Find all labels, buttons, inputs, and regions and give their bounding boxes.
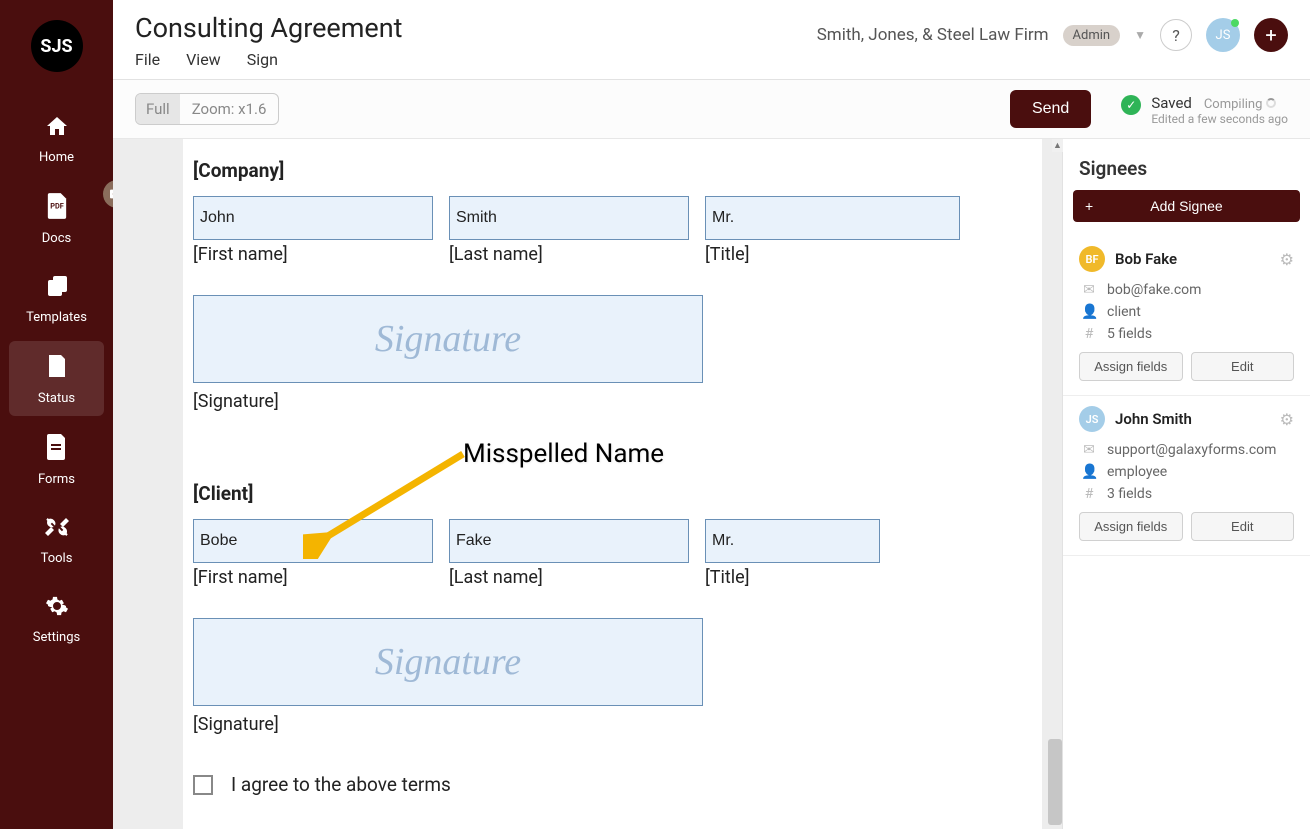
edit-signee-button[interactable]: Edit <box>1191 512 1295 541</box>
chevron-down-icon[interactable]: ▼ <box>1134 28 1146 42</box>
check-icon: ✓ <box>1121 95 1141 115</box>
plus-icon: + <box>1085 198 1093 214</box>
client-first-name-input[interactable] <box>193 519 433 563</box>
nav-home[interactable]: Home <box>9 102 104 175</box>
menu-sign[interactable]: Sign <box>247 50 278 69</box>
envelope-icon: ✉ <box>1081 282 1097 298</box>
nav-docs[interactable]: PDF Docs <box>9 181 104 256</box>
add-signee-button[interactable]: + Add Signee <box>1073 190 1300 222</box>
signee-name: Bob Fake <box>1115 250 1270 268</box>
user-avatar[interactable]: JS <box>1206 18 1240 52</box>
signature-placeholder: Signature <box>375 640 521 684</box>
menu-view[interactable]: View <box>186 50 221 69</box>
person-icon: 👤 <box>1081 464 1097 480</box>
menu-bar: File View Sign <box>135 50 817 69</box>
zoom-value[interactable]: Zoom: x1.6 <box>180 94 279 124</box>
scrollbar-thumb[interactable] <box>1048 739 1062 825</box>
firm-name: Smith, Jones, & Steel Law Firm <box>817 25 1049 45</box>
app-logo: SJS <box>31 20 83 72</box>
company-first-name-input[interactable] <box>193 196 433 240</box>
envelope-icon: ✉ <box>1081 442 1097 458</box>
signee-email: bob@fake.com <box>1107 282 1201 298</box>
signature-label: [Signature] <box>193 391 1032 412</box>
scroll-up-icon[interactable]: ▲ <box>1052 139 1063 152</box>
nav-settings[interactable]: Settings <box>9 582 104 655</box>
signees-panel: ▲ Signees + Add Signee BF Bob Fake ⚙ ✉bo… <box>1062 139 1310 829</box>
assign-fields-button[interactable]: Assign fields <box>1079 352 1183 381</box>
menu-file[interactable]: File <box>135 50 160 69</box>
signee-fields: 5 fields <box>1107 326 1152 342</box>
signees-title: Signees <box>1063 139 1310 190</box>
signee-card: BF Bob Fake ⚙ ✉ bob@fake.com 👤 client #5 f… <box>1063 236 1310 396</box>
add-button[interactable]: + <box>1254 18 1288 52</box>
compiling-label: Compiling <box>1204 97 1276 112</box>
hash-icon: # <box>1081 486 1097 502</box>
tools-icon <box>45 515 69 545</box>
document-page: [Company] [First name] [Last name] [T <box>183 139 1042 829</box>
company-section-header: [Company] <box>193 159 1032 182</box>
document-title: Consulting Agreement <box>135 12 817 44</box>
company-title-input[interactable] <box>705 196 960 240</box>
pdf-icon: PDF <box>46 193 68 225</box>
left-sidebar: SJS Home PDF Docs Templates Status Forms… <box>0 0 113 829</box>
nav-forms[interactable]: Forms <box>9 422 104 497</box>
signee-role: employee <box>1107 464 1167 480</box>
spinner-icon <box>1266 98 1276 108</box>
first-name-label: [First name] <box>193 244 433 265</box>
nav-status[interactable]: Status <box>9 341 104 416</box>
svg-text:PDF: PDF <box>50 202 64 211</box>
signee-name: John Smith <box>1115 410 1270 428</box>
save-status: ✓ Saved Compiling Edited a few seconds a… <box>1121 93 1288 126</box>
client-last-name-input[interactable] <box>449 519 689 563</box>
signee-fields: 3 fields <box>1107 486 1152 502</box>
signee-email: support@galaxyforms.com <box>1107 442 1276 458</box>
gear-icon[interactable]: ⚙ <box>1280 410 1294 429</box>
edited-label: Edited a few seconds ago <box>1151 112 1288 126</box>
client-signature-box[interactable]: Signature <box>193 618 703 706</box>
toolbar: Full Zoom: x1.6 Send ✓ Saved Compiling E… <box>113 80 1310 139</box>
company-last-name-input[interactable] <box>449 196 689 240</box>
title-label: [Title] <box>705 567 880 588</box>
saved-label: Saved <box>1151 94 1192 112</box>
role-badge: Admin <box>1063 25 1121 46</box>
send-button[interactable]: Send <box>1010 90 1091 128</box>
signature-placeholder: Signature <box>375 317 521 361</box>
agree-label: I agree to the above terms <box>231 773 451 796</box>
last-name-label: [Last name] <box>449 567 689 588</box>
status-icon <box>45 353 69 385</box>
last-name-label: [Last name] <box>449 244 689 265</box>
agree-checkbox[interactable] <box>193 775 213 795</box>
nav-tools[interactable]: Tools <box>9 503 104 576</box>
person-icon: 👤 <box>1081 304 1097 320</box>
nav-templates[interactable]: Templates <box>9 262 104 335</box>
company-signature-box[interactable]: Signature <box>193 295 703 383</box>
zoom-full-button[interactable]: Full <box>136 94 180 124</box>
document-viewport[interactable]: [Company] [First name] [Last name] [T <box>113 139 1062 829</box>
client-title-input[interactable] <box>705 519 880 563</box>
signee-avatar: BF <box>1079 246 1105 272</box>
signee-role: client <box>1107 304 1141 320</box>
client-section-header: [Client] <box>193 482 1032 505</box>
signee-card: JS John Smith ⚙ ✉ support@galaxyforms.com… <box>1063 396 1310 556</box>
copy-icon <box>45 274 69 304</box>
signature-label: [Signature] <box>193 714 1032 735</box>
settings-icon <box>45 594 69 624</box>
help-button[interactable]: ? <box>1160 19 1192 51</box>
hash-icon: # <box>1081 326 1097 342</box>
forms-icon <box>47 434 67 466</box>
gear-icon[interactable]: ⚙ <box>1280 250 1294 269</box>
title-label: [Title] <box>705 244 960 265</box>
edit-signee-button[interactable]: Edit <box>1191 352 1295 381</box>
first-name-label: [First name] <box>193 567 433 588</box>
zoom-control[interactable]: Full Zoom: x1.6 <box>135 93 279 125</box>
signee-avatar: JS <box>1079 406 1105 432</box>
home-icon <box>44 114 70 144</box>
assign-fields-button[interactable]: Assign fields <box>1079 512 1183 541</box>
topbar: Consulting Agreement File View Sign Smit… <box>113 0 1310 80</box>
